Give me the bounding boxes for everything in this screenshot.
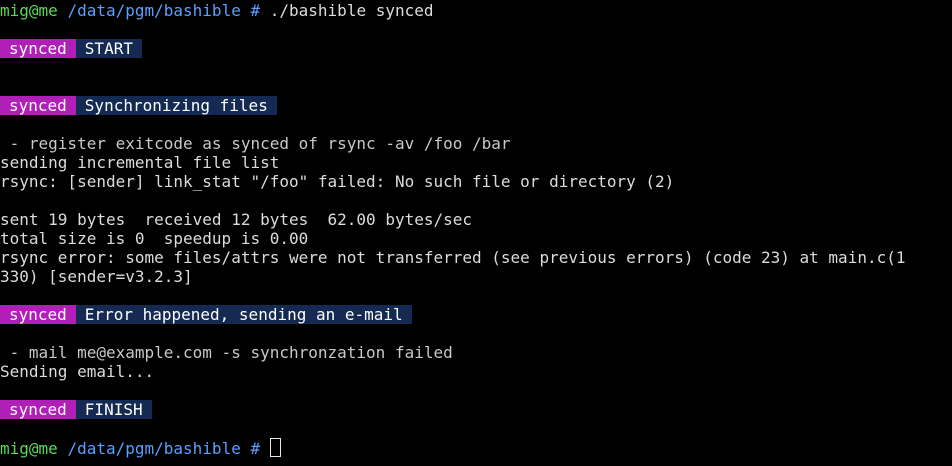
prompt-symbol: #	[250, 1, 261, 20]
register-line: - register exitcode as synced of rsync -…	[0, 134, 511, 153]
prompt-symbol: #	[250, 439, 261, 458]
prompt-user: mig@me	[0, 1, 58, 20]
status-message: Error happened, sending an e-mail	[75, 305, 412, 324]
prompt-user: mig@me	[0, 439, 58, 458]
prompt-path: /data/pgm/bashible	[67, 1, 241, 20]
command-prompt-line: mig@me /data/pgm/bashible # ./bashible s…	[0, 1, 434, 20]
mail-command-line: - mail me@example.com -s synchronzation …	[0, 343, 453, 362]
total-size-line: total size is 0 speedup is 0.00	[0, 229, 309, 248]
rsync-error-line: rsync error: some files/attrs were not t…	[0, 248, 906, 267]
prompt-command: ./bashible synced	[269, 1, 434, 20]
status-tag: synced	[0, 400, 76, 419]
status-banner-finish: synced FINISH	[0, 400, 152, 419]
status-banner-start: synced START	[0, 39, 142, 58]
prompt-path: /data/pgm/bashible	[67, 439, 241, 458]
rsync-error-continuation: 330) [sender=v3.2.3]	[0, 267, 193, 286]
status-message: Synchronizing files	[75, 96, 277, 115]
status-message: FINISH	[75, 400, 152, 419]
sending-list-line: sending incremental file list	[0, 153, 280, 172]
status-banner-error: synced Error happened, sending an e-mail	[0, 305, 412, 324]
status-tag: synced	[0, 96, 76, 115]
final-prompt-line[interactable]: mig@me /data/pgm/bashible #	[0, 438, 281, 458]
status-tag: synced	[0, 39, 76, 58]
text-cursor[interactable]	[269, 438, 281, 457]
sent-bytes-line: sent 19 bytes received 12 bytes 62.00 by…	[0, 210, 473, 229]
status-banner-sync: synced Synchronizing files	[0, 96, 277, 115]
sending-email-line: Sending email...	[0, 362, 155, 381]
terminal-window[interactable]: mig@me /data/pgm/bashible # ./bashible s…	[0, 0, 952, 466]
status-message: START	[75, 39, 142, 58]
status-tag: synced	[0, 305, 76, 324]
rsync-link-stat-line: rsync: [sender] link_stat "/foo" failed:…	[0, 172, 675, 191]
